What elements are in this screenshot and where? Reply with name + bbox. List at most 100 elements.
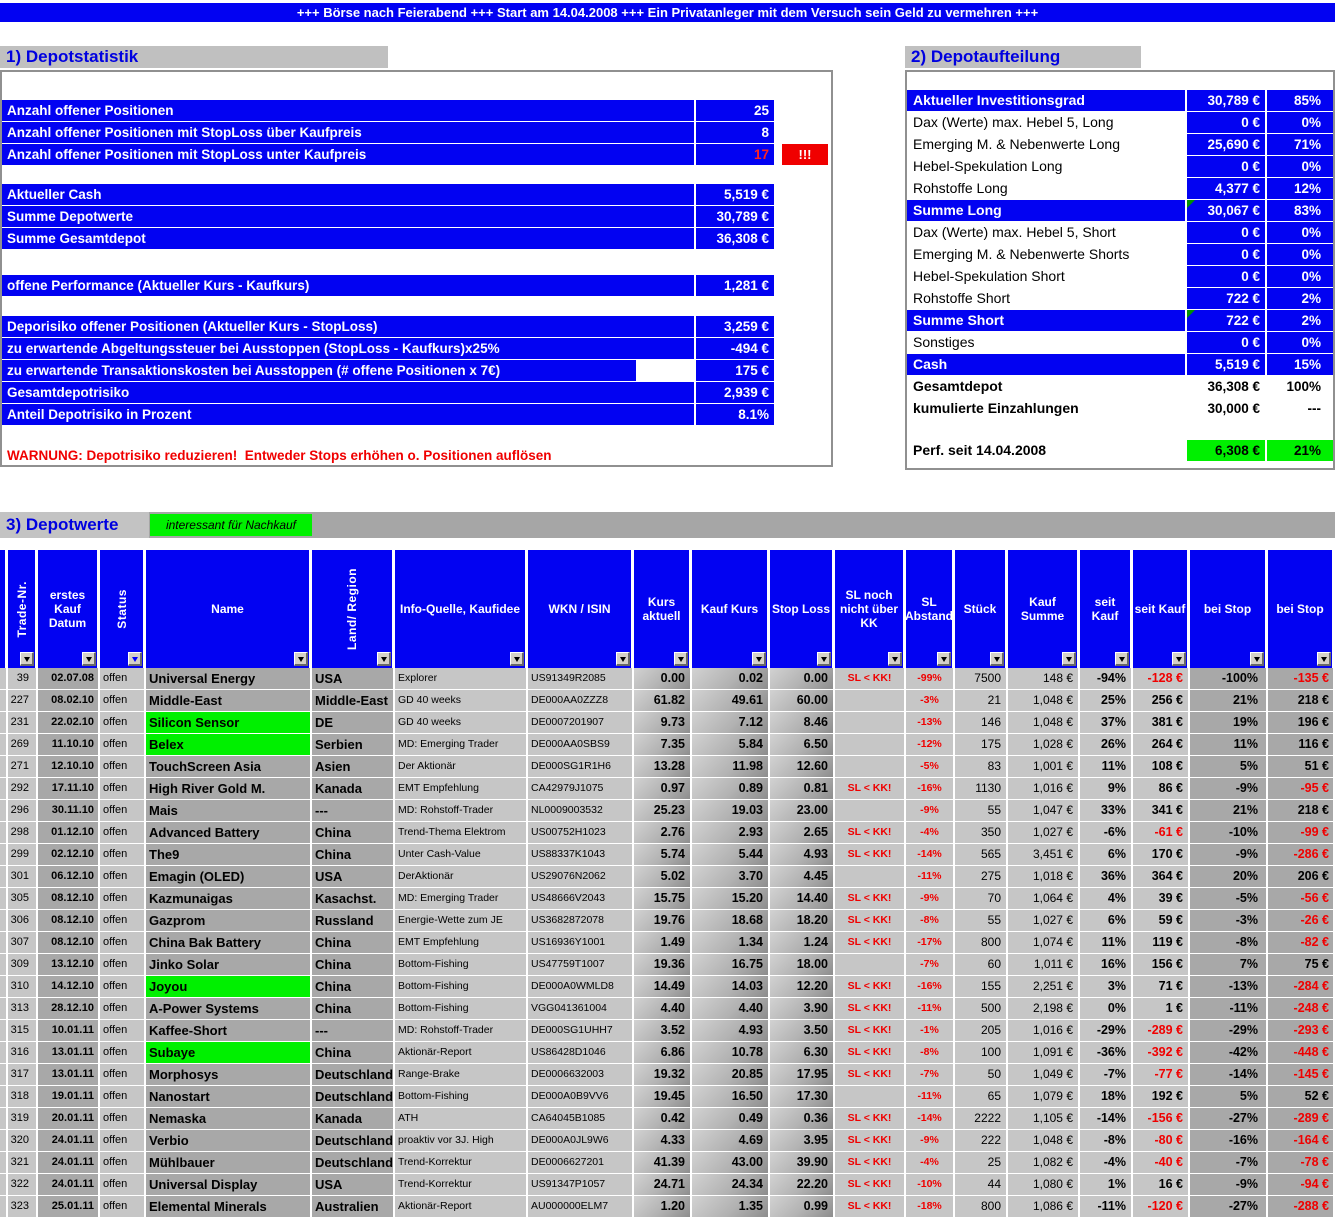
cell-land-region[interactable]: USA <box>312 668 395 690</box>
cell-info-quelle[interactable]: EMT Empfehlung <box>395 932 528 954</box>
cell-seit-kauf-pct[interactable]: 25% <box>1080 690 1133 712</box>
cell-kurs-aktuell[interactable]: 41.39 <box>634 1152 692 1174</box>
cell-bei-stop-pct[interactable]: 19% <box>1190 712 1268 734</box>
cell-kauf-kurs[interactable]: 5.84 <box>692 734 770 756</box>
cell-kauf-summe[interactable]: 1,074 € <box>1008 932 1080 954</box>
alloc-label-cell[interactable]: kumulierte Einzahlungen <box>907 398 1185 419</box>
cell-bei-stop-pct[interactable]: -9% <box>1190 844 1268 866</box>
cell-land-region[interactable]: China <box>312 822 395 844</box>
cell-seit-kauf-eur[interactable]: 108 € <box>1133 756 1190 778</box>
cell-sl-abstand[interactable]: -8% <box>906 910 955 932</box>
cell-stueck[interactable]: 70 <box>955 888 1008 910</box>
cell-kauf-kurs[interactable]: 7.12 <box>692 712 770 734</box>
cell-bei-stop-eur[interactable]: 218 € <box>1268 690 1335 712</box>
cell-seit-kauf-eur[interactable]: 256 € <box>1133 690 1190 712</box>
cell-kurs-aktuell[interactable]: 5.02 <box>634 866 692 888</box>
cell-stop-loss[interactable]: 4.93 <box>770 844 835 866</box>
alloc-percent-cell[interactable]: 71% <box>1267 134 1333 155</box>
alloc-percent-cell[interactable]: 0% <box>1267 112 1333 133</box>
cell-seit-kauf-pct[interactable]: 18% <box>1080 1086 1133 1108</box>
header-cell-stueck[interactable]: Stück <box>955 550 1008 668</box>
stat-label-cell[interactable]: Deporisiko offener Positionen (Aktueller… <box>2 316 694 337</box>
cell-land-region[interactable]: Kanada <box>312 778 395 800</box>
alloc-label-cell[interactable]: Summe Long <box>907 200 1185 221</box>
cell-seit-kauf-pct[interactable]: -94% <box>1080 668 1133 690</box>
cell-stop-loss[interactable]: 23.00 <box>770 800 835 822</box>
cell-wkn-isin[interactable]: CA42979J1075 <box>528 778 634 800</box>
cell-name[interactable]: Silicon Sensor <box>146 712 312 734</box>
cell-bei-stop-pct[interactable]: 5% <box>1190 1086 1268 1108</box>
cell-bei-stop-eur[interactable]: -145 € <box>1268 1064 1335 1086</box>
cell-sl-abstand[interactable]: -99% <box>906 668 955 690</box>
alloc-label-cell[interactable]: Emerging M. & Nebenwerte Long <box>907 134 1185 155</box>
cell-seit-kauf-eur[interactable]: 381 € <box>1133 712 1190 734</box>
header-cell-trade-nr[interactable]: Trade-Nr. <box>8 550 38 668</box>
alloc-value-cell[interactable]: 0 € <box>1187 112 1265 133</box>
cell-wkn-isin[interactable]: US47759T1007 <box>528 954 634 976</box>
cell-status[interactable]: offen <box>100 668 146 690</box>
cell-sl-warnung[interactable]: SL < KK! <box>835 1196 906 1218</box>
cell-bei-stop-eur[interactable]: -82 € <box>1268 932 1335 954</box>
cell-stueck[interactable]: 50 <box>955 1064 1008 1086</box>
header-cell-bei-stop-eur[interactable]: bei Stop <box>1268 550 1335 668</box>
cell-land-region[interactable]: DE <box>312 712 395 734</box>
filter-dropdown-icon[interactable] <box>817 652 831 666</box>
alloc-label-cell[interactable]: Rohstoffe Short <box>907 288 1185 309</box>
header-cell-name[interactable]: Name <box>146 550 312 668</box>
cell-kauf-kurs[interactable]: 43.00 <box>692 1152 770 1174</box>
header-cell-kauf-summe[interactable]: Kauf Summe <box>1008 550 1080 668</box>
cell-seit-kauf-pct[interactable]: -8% <box>1080 1130 1133 1152</box>
cell-kauf-datum[interactable]: 25.01.11 <box>38 1196 100 1218</box>
cell-bei-stop-eur[interactable]: -293 € <box>1268 1020 1335 1042</box>
cell-status[interactable]: offen <box>100 1196 146 1218</box>
filter-dropdown-icon[interactable] <box>937 652 951 666</box>
cell-stueck[interactable]: 2222 <box>955 1108 1008 1130</box>
cell-stueck[interactable]: 146 <box>955 712 1008 734</box>
cell-kauf-kurs[interactable]: 4.93 <box>692 1020 770 1042</box>
cell-seit-kauf-pct[interactable]: 11% <box>1080 932 1133 954</box>
cell-info-quelle[interactable]: Aktionär-Report <box>395 1196 528 1218</box>
alloc-label-cell[interactable]: Perf. seit 14.04.2008 <box>907 440 1185 461</box>
cell-bei-stop-pct[interactable]: -5% <box>1190 888 1268 910</box>
cell-trade-nr[interactable]: 321 <box>8 1152 38 1174</box>
cell-seit-kauf-eur[interactable]: 364 € <box>1133 866 1190 888</box>
cell-kauf-summe[interactable]: 1,047 € <box>1008 800 1080 822</box>
cell-stueck[interactable]: 275 <box>955 866 1008 888</box>
cell-empty[interactable] <box>0 1152 8 1174</box>
cell-status[interactable]: offen <box>100 822 146 844</box>
cell-sl-warnung[interactable]: SL < KK! <box>835 1020 906 1042</box>
cell-sl-abstand[interactable]: -7% <box>906 954 955 976</box>
cell-kauf-summe[interactable]: 2,251 € <box>1008 976 1080 998</box>
stat-value-cell[interactable]: 30,789 € <box>696 206 774 227</box>
cell-kauf-kurs[interactable]: 0.89 <box>692 778 770 800</box>
cell-info-quelle[interactable]: Trend-Korrektur <box>395 1152 528 1174</box>
cell-sl-abstand[interactable]: -11% <box>906 998 955 1020</box>
cell-kauf-kurs[interactable]: 15.20 <box>692 888 770 910</box>
cell-kurs-aktuell[interactable]: 4.40 <box>634 998 692 1020</box>
cell-trade-nr[interactable]: 299 <box>8 844 38 866</box>
cell-status[interactable]: offen <box>100 1086 146 1108</box>
cell-empty[interactable] <box>0 866 8 888</box>
cell-trade-nr[interactable]: 296 <box>8 800 38 822</box>
alloc-value-cell[interactable]: 0 € <box>1187 156 1265 177</box>
cell-seit-kauf-pct[interactable]: 16% <box>1080 954 1133 976</box>
cell-bei-stop-pct[interactable]: -27% <box>1190 1108 1268 1130</box>
cell-trade-nr[interactable]: 269 <box>8 734 38 756</box>
cell-sl-abstand[interactable]: -9% <box>906 1130 955 1152</box>
cell-stop-loss[interactable]: 3.50 <box>770 1020 835 1042</box>
cell-empty[interactable] <box>0 910 8 932</box>
cell-seit-kauf-eur[interactable]: -392 € <box>1133 1042 1190 1064</box>
cell-bei-stop-pct[interactable]: 21% <box>1190 690 1268 712</box>
cell-trade-nr[interactable]: 306 <box>8 910 38 932</box>
cell-name[interactable]: Morphosys <box>146 1064 312 1086</box>
cell-kauf-kurs[interactable]: 10.78 <box>692 1042 770 1064</box>
cell-stueck[interactable]: 350 <box>955 822 1008 844</box>
cell-seit-kauf-eur[interactable]: -80 € <box>1133 1130 1190 1152</box>
cell-land-region[interactable]: Deutschland <box>312 1064 395 1086</box>
cell-stop-loss[interactable]: 12.20 <box>770 976 835 998</box>
cell-seit-kauf-eur[interactable]: 1 € <box>1133 998 1190 1020</box>
cell-stop-loss[interactable]: 0.81 <box>770 778 835 800</box>
cell-sl-warnung[interactable] <box>835 756 906 778</box>
cell-stueck[interactable]: 25 <box>955 1152 1008 1174</box>
alloc-label-cell[interactable]: Emerging M. & Nebenwerte Shorts <box>907 244 1185 265</box>
